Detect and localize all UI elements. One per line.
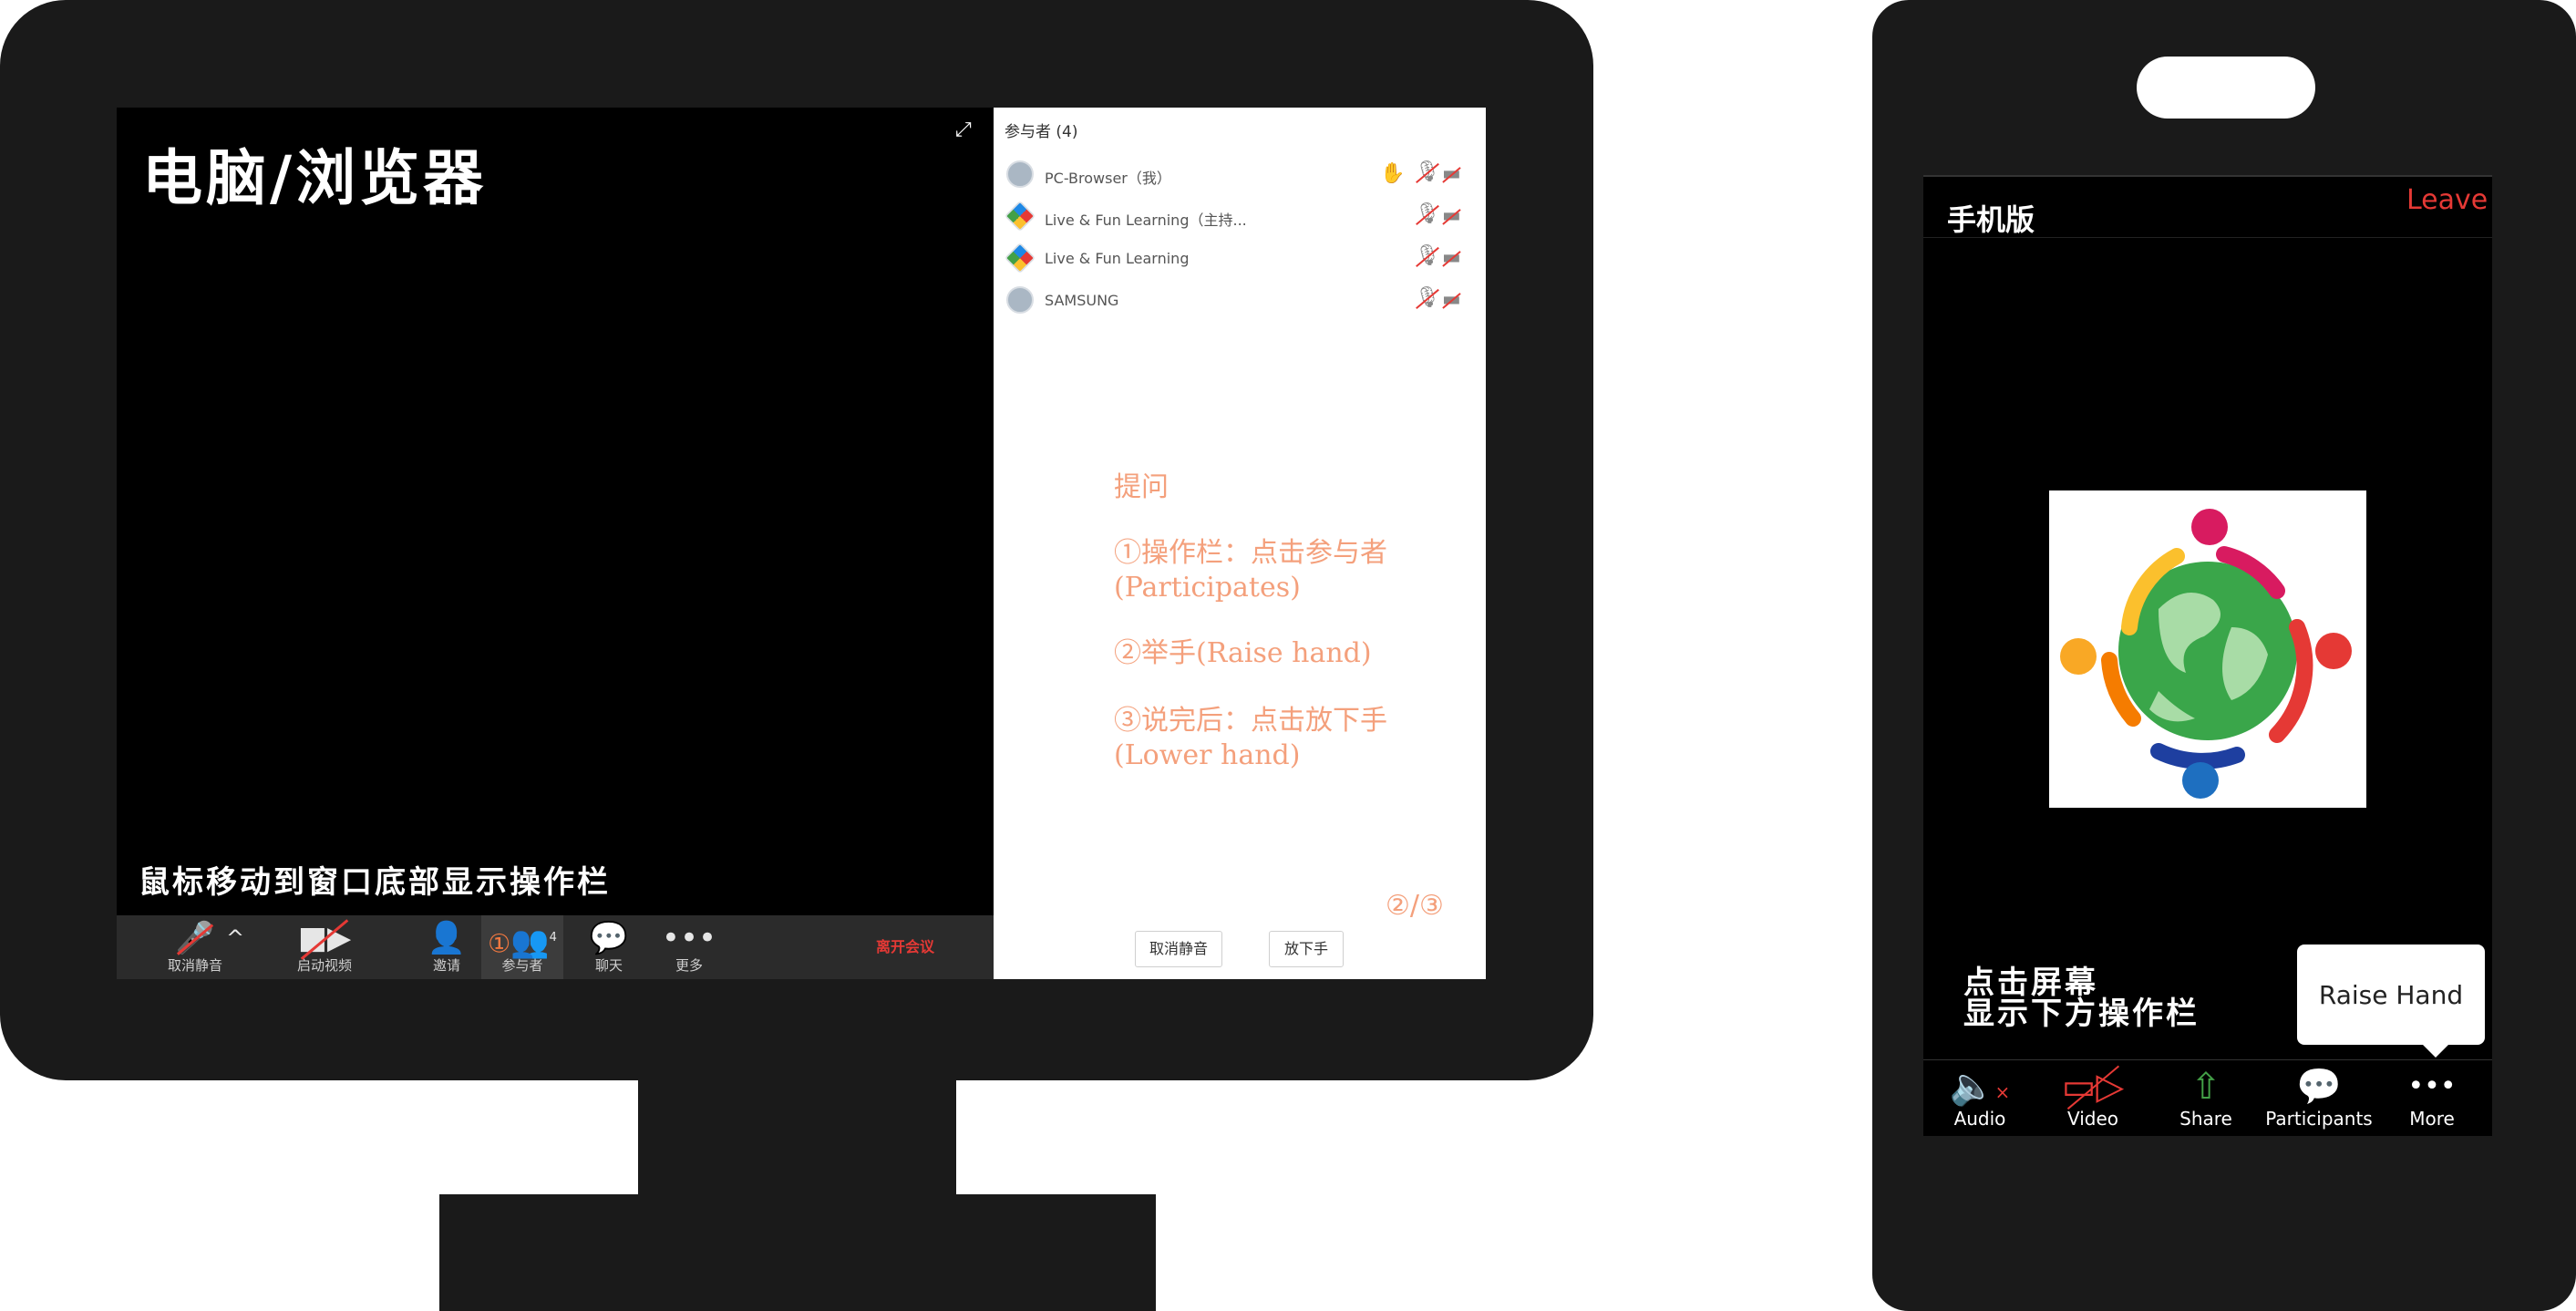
- step-marker-1: ①: [488, 928, 511, 959]
- participants-count: 4: [549, 931, 557, 945]
- tip-step-1: ①操作栏：点击参与者 (Participates): [1114, 536, 1387, 605]
- audio-options-button[interactable]: ^: [215, 915, 255, 979]
- phone-title: 手机版: [1947, 202, 2035, 237]
- tip-step-3: ③说完后：点击放下手 (Lower hand): [1114, 704, 1387, 773]
- video-off-icon: ▬: [1442, 288, 1461, 311]
- phone-screen[interactable]: 手机版 Leave 点击屏幕 显示下方操作栏 Raise Hand 🔈× Aud…: [1923, 175, 2492, 1136]
- avatar: [1005, 201, 1036, 232]
- participant-row[interactable]: PC-Browser（我） ✋ 🎙 ▬: [1006, 155, 1471, 195]
- share-label: Share: [2179, 1108, 2232, 1130]
- participant-name: Live & Fun Learning（主持...: [1045, 212, 1247, 229]
- muted-mic-icon: 🎙: [1415, 244, 1440, 267]
- monitor-stand-base: [439, 1194, 1156, 1311]
- share-button[interactable]: ⇧ Share: [2149, 1060, 2262, 1136]
- participant-row[interactable]: SAMSUNG 🎙 ▬: [1006, 281, 1471, 321]
- chevron-up-icon: ^: [225, 925, 245, 951]
- participant-row[interactable]: Live & Fun Learning（主持... 🎙 ▬: [1005, 197, 1471, 237]
- more-dots-icon: •••: [661, 920, 717, 956]
- participants-button[interactable]: ①👥4 参与者: [481, 915, 563, 979]
- more-dots-icon: •••: [2407, 1070, 2457, 1102]
- panel-title: 参与者 (4): [1005, 123, 1078, 141]
- video-off-icon: ▬: [1442, 204, 1461, 227]
- avatar: [1006, 160, 1034, 188]
- chat-label: 聊天: [594, 957, 623, 974]
- avatar: [1005, 243, 1036, 274]
- phone-hint-line-2: 显示下方操作栏: [1963, 996, 2200, 1032]
- step-marker-2-3: ②/③: [1386, 890, 1444, 922]
- phone-toolbar: 🔈× Audio ▭▷ Video ⇧ Share 💬 Participants…: [1923, 1059, 2492, 1136]
- more-button[interactable]: ••• More: [2375, 1060, 2488, 1136]
- invite-button[interactable]: 👤 邀请: [401, 915, 492, 979]
- muted-mic-icon: 🎙: [1415, 202, 1440, 225]
- globe-people-logo: [2060, 509, 2352, 799]
- tip-step-1-line-1: ①操作栏：点击参与者: [1114, 537, 1387, 569]
- expand-icon[interactable]: ⤢: [955, 120, 975, 140]
- raise-hand-button[interactable]: Raise Hand: [2297, 945, 2485, 1058]
- participant-name: Live & Fun Learning: [1045, 250, 1190, 267]
- video-off-icon: ▬: [1442, 246, 1461, 269]
- share-icon: ⇧: [2190, 1066, 2221, 1108]
- leave-button[interactable]: Leave: [2406, 184, 2488, 216]
- muted-mic-icon: 🎙: [1415, 286, 1440, 309]
- avatar: [1006, 286, 1034, 314]
- lower-hand-button[interactable]: 放下手: [1269, 931, 1344, 967]
- more-button[interactable]: ••• 更多: [644, 915, 735, 979]
- more-label: More: [2409, 1108, 2455, 1130]
- participants-button[interactable]: 💬 Participants: [2262, 1060, 2375, 1136]
- phone-speaker: [2137, 57, 2315, 119]
- tips-title: 提问: [1114, 471, 1169, 503]
- video-off-icon: ■▶: [279, 915, 370, 956]
- speaker-muted-icon: 🔈×: [1949, 1066, 2011, 1108]
- audio-button[interactable]: 🔈× Audio: [1923, 1060, 2036, 1136]
- participants-panel: 参与者 (4) PC-Browser（我） ✋ 🎙 ▬ Live & Fun L…: [994, 108, 1486, 979]
- tip-step-3-line-1: ③说完后：点击放下手: [1114, 705, 1387, 737]
- invite-label: 邀请: [432, 957, 460, 974]
- phone-top-bar: 手机版 Leave: [1923, 175, 2492, 238]
- participants-icon: ①👥4: [488, 924, 557, 961]
- chat-bubble-icon: 💬: [2296, 1066, 2342, 1108]
- host-logo: [2049, 490, 2366, 808]
- muted-mic-icon: 🎙: [1415, 160, 1440, 183]
- video-off-icon: ▬: [1442, 162, 1461, 185]
- unmute-all-button[interactable]: 取消静音: [1135, 931, 1222, 967]
- participant-row[interactable]: Live & Fun Learning 🎙 ▬: [1005, 239, 1471, 279]
- chat-button[interactable]: 💬 聊天: [563, 915, 654, 979]
- participants-label: Participants: [2265, 1108, 2373, 1130]
- phone-device: 手机版 Leave 点击屏幕 显示下方操作栏 Raise Hand 🔈× Aud…: [1872, 0, 2576, 1311]
- more-label: 更多: [675, 957, 703, 974]
- meeting-toolbar: 🎤 取消静音 ^ ■▶ 启动视频 👤 邀请 ①👥4 参与者 💬 聊天 ••• 更…: [117, 915, 994, 979]
- start-video-button[interactable]: ■▶ 启动视频: [279, 915, 370, 979]
- leave-meeting-button[interactable]: 离开会议: [846, 915, 964, 979]
- desktop-title: 电脑/浏览器: [142, 143, 488, 213]
- video-off-icon: ▭▷: [2036, 1060, 2149, 1108]
- tip-step-2: ②举手(Raise hand): [1114, 637, 1372, 669]
- desktop-hint: 鼠标移动到窗口底部显示操作栏: [139, 864, 611, 901]
- monitor-stand-neck: [638, 1076, 956, 1194]
- raised-hand-icon: ✋: [1380, 162, 1406, 185]
- video-button[interactable]: ▭▷ Video: [2036, 1060, 2149, 1136]
- audio-label: Audio: [1953, 1108, 2006, 1130]
- video-area[interactable]: 电脑/浏览器 ⤢ 鼠标移动到窗口底部显示操作栏: [117, 108, 994, 915]
- participant-name: PC-Browser（我）: [1045, 170, 1171, 187]
- add-person-icon: 👤: [427, 920, 467, 956]
- participant-name: SAMSUNG: [1045, 292, 1119, 309]
- chat-icon: 💬: [589, 920, 629, 956]
- desktop-screen: 电脑/浏览器 ⤢ 鼠标移动到窗口底部显示操作栏 🎤 取消静音 ^ ■▶ 启动视频…: [117, 108, 1486, 979]
- tip-step-3-line-2: (Lower hand): [1114, 739, 1301, 771]
- tip-step-1-line-2: (Participates): [1114, 572, 1301, 604]
